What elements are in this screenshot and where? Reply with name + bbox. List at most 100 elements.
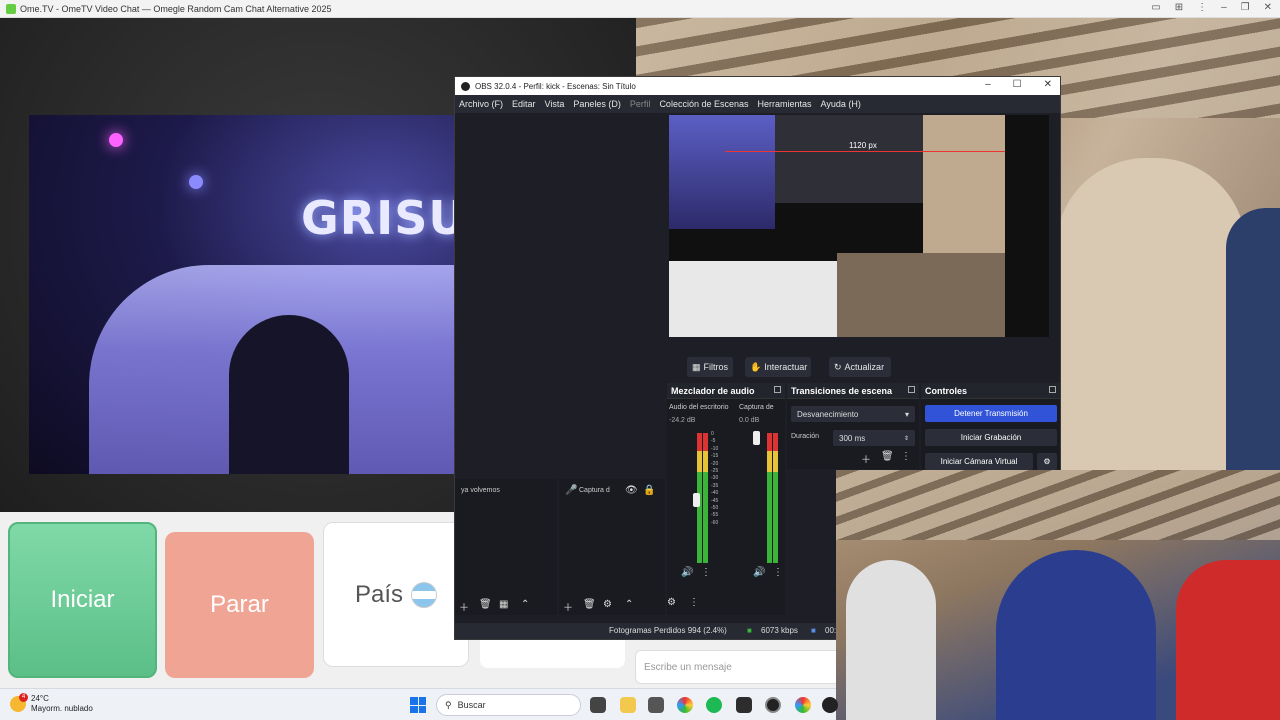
menu-ayuda[interactable]: Ayuda (H) [821,99,861,109]
add-source-icon[interactable]: ＋ [563,599,573,614]
obs-title: OBS 32.0.4 - Perfil: kick - Escenas: Sin… [475,81,636,91]
obs-taskbar-icon[interactable] [822,697,838,713]
country-button[interactable]: País [323,522,469,667]
obs-minimize-icon[interactable]: – [985,79,991,90]
menu-herramientas[interactable]: Herramientas [758,99,812,109]
mixer-settings-icon[interactable]: ⚙ [667,597,676,608]
obs-maximize-icon[interactable]: ☐ [1013,79,1022,90]
scene-item[interactable]: ya volvemos [461,487,500,494]
channel-menu-icon[interactable]: ⋮ [701,567,711,578]
interact-label: Interactuar [764,362,808,372]
windows-start-icon[interactable] [410,697,426,713]
translate-icon[interactable]: ⊞ [1175,2,1183,13]
refresh-button[interactable]: ↻ Actualizar [829,357,891,377]
mixer-channel-2-fader[interactable] [753,431,760,445]
menu-archivo[interactable]: Archivo (F) [459,99,503,109]
source-properties-icon[interactable]: ⚙ [603,599,612,610]
sources-panel: 🎤 Captura d 👁 🔒 ＋ 🗑 ⚙ ⌃ [559,479,665,615]
interact-button[interactable]: ✋ Interactuar [745,357,811,377]
obs-taskbar-icon[interactable] [765,697,781,713]
screen-share-icon[interactable]: ▭ [1151,2,1160,13]
chrome-icon[interactable] [795,697,811,713]
start-button[interactable]: Iniciar [8,522,157,678]
restore-icon[interactable]: ❐ [1241,2,1250,13]
more-icon[interactable]: ⋮ [1197,2,1207,13]
mixer-scale-tick: -55 [711,512,719,519]
menu-vista[interactable]: Vista [545,99,565,109]
mixer-title: Mezclador de audio [671,385,755,396]
file-explorer-icon[interactable] [620,697,636,713]
duration-label: Duración [791,433,820,440]
close-icon[interactable]: ✕ [1264,2,1272,13]
mixer-menu-icon[interactable]: ⋮ [689,597,699,608]
obs-preview-canvas[interactable]: 1120 px [669,115,1049,337]
spin-arrows-icon[interactable]: ⇕ [904,435,909,442]
own-webcam-feed [836,470,1280,720]
spotify-icon[interactable] [706,697,722,713]
notification-badge: 4 [19,693,28,702]
store-icon[interactable] [648,697,664,713]
weather-widget[interactable]: 4 24°C Mayorm. nublado [10,693,93,714]
delete-source-icon[interactable]: 🗑 [583,599,596,610]
scene-filters-icon[interactable]: ▦ [499,599,508,610]
message-input[interactable]: Escribe un mensaje [635,650,845,684]
stop-button[interactable]: Parar [165,532,314,678]
site-favicon-icon [6,3,16,14]
stream-indicator-icon: ■ [811,626,816,635]
mixer-scale-tick: 0 [711,431,714,437]
preview-size-label: 1120 px [849,141,877,150]
mixer-channel-1-level: -24.2 dB [669,417,696,424]
menu-perfil[interactable]: Perfil [630,99,651,109]
virtual-camera-settings-icon[interactable]: ⚙ [1037,453,1057,470]
country-label: País [354,580,404,608]
stop-stream-button[interactable]: Detener Transmisión [925,405,1057,422]
controls-dock-header: Controles [921,383,1060,399]
menu-editar[interactable]: Editar [512,99,536,109]
start-recording-button[interactable]: Iniciar Grabación [925,429,1057,446]
transitions-dock-header: Transiciones de escena [787,383,919,399]
delete-transition-icon[interactable]: 🗑 [881,451,894,462]
filters-button[interactable]: ▦ Filtros [687,357,733,377]
add-transition-icon[interactable]: ＋ [861,451,871,466]
chat-panel [480,640,625,668]
mixer-channel-2-meter [767,433,772,563]
popout-icon[interactable] [908,386,915,393]
bitrate: 6073 kbps [761,626,798,635]
chrome-icon[interactable] [677,697,693,713]
mute-icon[interactable]: 🔊 [753,567,765,578]
popout-icon[interactable] [774,386,781,393]
delete-scene-icon[interactable]: 🗑 [479,599,492,610]
source-item[interactable]: Captura d [579,487,610,494]
start-virtual-camera-button[interactable]: Iniciar Cámara Virtual [925,453,1033,470]
move-up-icon[interactable]: ⌃ [625,599,633,610]
taskbar-search[interactable]: ⚲ Buscar [436,694,581,716]
duration-input[interactable]: 300 ms ⇕ [833,430,915,446]
transitions-panel: Desvanecimiento ▾ Duración 300 ms ⇕ ＋ 🗑 … [787,399,919,469]
lock-icon[interactable]: 🔒 [643,485,655,496]
menu-coleccion[interactable]: Colección de Escenas [659,99,748,109]
controls-title: Controles [925,385,968,396]
channel-menu-icon[interactable]: ⋮ [773,567,783,578]
add-scene-icon[interactable]: ＋ [459,599,469,614]
mixer-channel-1-fader[interactable] [693,493,700,507]
task-view-icon[interactable] [590,697,606,713]
move-up-icon[interactable]: ⌃ [521,599,529,610]
obs-close-icon[interactable]: ✕ [1044,79,1052,90]
transition-menu-icon[interactable]: ⋮ [901,451,911,462]
mixer-scale-tick: -30 [711,475,719,482]
menu-paneles[interactable]: Paneles (D) [573,99,621,109]
nvidia-icon[interactable] [736,697,752,713]
transitions-title: Transiciones de escena [791,385,893,396]
popout-icon[interactable] [1049,386,1056,393]
hand-icon: ✋ [750,361,762,372]
transition-selected: Desvanecimiento [797,409,859,419]
filters-icon: ▦ [692,361,701,372]
browser-titlebar: Ome.TV - OmeTV Video Chat — Omegle Rando… [0,0,1280,18]
transition-select[interactable]: Desvanecimiento ▾ [791,406,915,422]
minimize-icon[interactable]: – [1221,2,1227,13]
obs-logo-icon [461,81,470,91]
visibility-eye-icon[interactable]: 👁 [625,485,638,496]
obs-menubar: Archivo (F) Editar Vista Paneles (D) Per… [455,95,1060,113]
mute-icon[interactable]: 🔊 [681,567,693,578]
microphone-icon: 🎤 [565,485,578,496]
